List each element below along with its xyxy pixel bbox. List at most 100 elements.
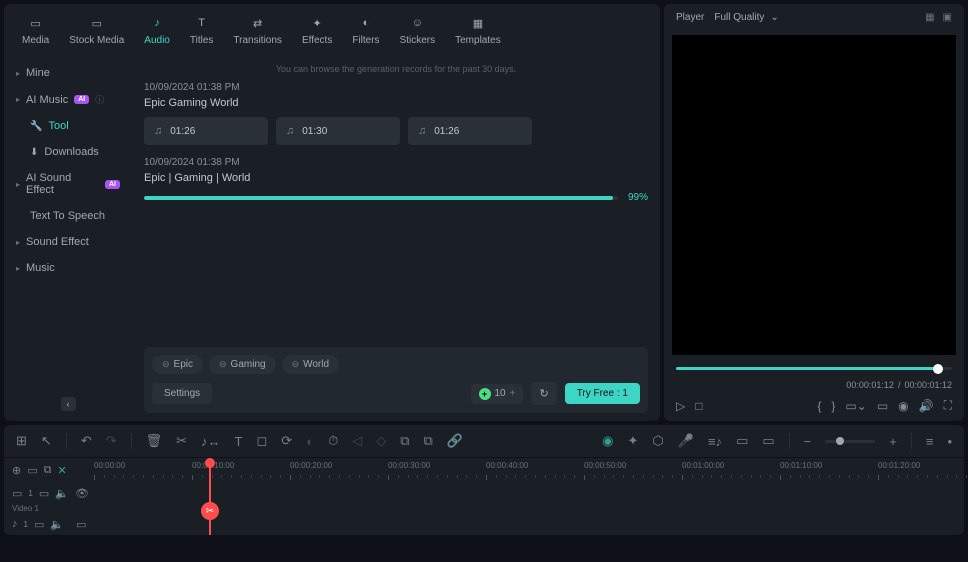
keyframe-back-icon[interactable]: ◁ (352, 433, 362, 449)
tag-remove-icon: ⊖ (292, 359, 300, 370)
hide-track-icon[interactable]: 👁 (75, 487, 89, 500)
sidebar-item-text-to-speech[interactable]: Text To Speech (4, 203, 132, 229)
cursor-tool-icon[interactable]: ↖ (41, 433, 52, 449)
sidebar-collapse-button[interactable]: ‹ (61, 397, 76, 411)
color-tool-icon[interactable]: ◐ (306, 434, 314, 449)
refresh-button[interactable]: ↻ (531, 382, 556, 405)
zoom-out-button[interactable]: − (804, 434, 812, 449)
timeline-ruler[interactable]: 00:00:0000:00:10:0000:00:20:0000:00:30:0… (94, 458, 964, 482)
mixer-tool-icon[interactable]: ≡♪ (708, 434, 722, 449)
time-total: 00:00:01:12 (904, 380, 952, 390)
filters-icon: ◐ (357, 14, 375, 32)
zoom-in-button[interactable]: + (889, 434, 897, 449)
timeline-more-icon[interactable]: • (947, 434, 952, 449)
delete-button[interactable]: 🗑 (146, 433, 163, 449)
settings-button[interactable]: Settings (152, 383, 212, 404)
ruler-tick: 00:00:30:00 (388, 461, 430, 470)
link-track-icon[interactable]: ⧉ (44, 464, 52, 477)
text-tool-icon[interactable]: T (235, 434, 243, 449)
adjustment-tool-icon[interactable]: ▭ (736, 433, 748, 449)
audio-clip[interactable]: ♫01:26 (408, 117, 532, 145)
ai-tool-icon[interactable]: ◉ (602, 433, 613, 449)
snapshot-button[interactable]: ◉ (898, 399, 908, 413)
tab-titles[interactable]: TTitles (180, 10, 224, 50)
aspect-button[interactable]: ▭ (877, 399, 888, 413)
video-track-1[interactable] (94, 482, 964, 504)
sidebar-item-ai-music[interactable]: ▸AI MusicAIⓘ (4, 86, 132, 113)
toggle-layout-icon[interactable]: ⊞ (16, 433, 27, 449)
tab-audio[interactable]: ♪Audio (134, 10, 180, 50)
duration-tool-icon[interactable]: ⏱ (328, 433, 338, 449)
play-button[interactable]: ▷ (676, 399, 685, 413)
speed-tool-icon[interactable]: ⟳ (281, 433, 292, 449)
lock-track-icon[interactable]: ▭ (39, 487, 49, 500)
audio-clip[interactable]: ♫01:30 (276, 117, 400, 145)
plus-icon: + (479, 388, 491, 400)
image-view-icon[interactable]: ▣ (943, 12, 952, 23)
playhead[interactable]: ✂ (209, 458, 211, 535)
crop-tool-icon[interactable]: ◻ (257, 433, 268, 449)
tab-transitions[interactable]: ⇄Transitions (223, 10, 292, 50)
seek-bar[interactable] (676, 367, 952, 370)
prompt-tag[interactable]: ⊖Gaming (209, 355, 276, 374)
voiceover-tool-icon[interactable]: 🎤 (678, 433, 694, 449)
audio-stretch-icon[interactable]: ♪↔ (201, 434, 221, 449)
grid-view-icon[interactable]: ▦ (925, 12, 934, 23)
tab-stock-media[interactable]: ▭Stock Media (59, 10, 134, 50)
ruler-tick: 00:01:20:00 (878, 461, 920, 470)
add-track-icon[interactable]: ⊕ (12, 464, 21, 477)
timeline-view-icon[interactable]: ≡ (926, 434, 934, 449)
group-tool-icon[interactable]: ⧉ (400, 433, 409, 449)
video-track-icon[interactable]: ▭ (12, 487, 22, 500)
stop-button[interactable]: □ (695, 399, 702, 413)
audio-track-icon[interactable]: ♪ (12, 518, 18, 530)
tab-filters[interactable]: ◐Filters (342, 10, 389, 50)
tab-templates[interactable]: ▦Templates (445, 10, 511, 50)
chevron-down-icon: ⌄ (770, 12, 778, 23)
sidebar-item-sound-effect[interactable]: ▸Sound Effect (4, 229, 132, 255)
zoom-slider[interactable] (825, 440, 875, 443)
sidebar-item-ai-sound-effect[interactable]: ▸AI Sound EffectAI (4, 165, 132, 203)
sidebar-item-tool[interactable]: 🔧Tool (4, 113, 132, 139)
fullscreen-button[interactable]: ⛶ (944, 398, 952, 413)
sidebar-item-music[interactable]: ▸Music (4, 255, 132, 281)
keyframe-icon[interactable]: ◇ (376, 433, 386, 449)
credits-pill[interactable]: + 10 + (471, 384, 524, 404)
music-note-icon: ♫ (418, 125, 426, 137)
marker-tool-icon[interactable]: ⬡ (652, 433, 663, 449)
prompt-tag[interactable]: ⊖Epic (152, 355, 203, 374)
sidebar-item-downloads[interactable]: ⬇Downloads (4, 139, 132, 165)
sidebar-item-mine[interactable]: ▸Mine (4, 60, 132, 86)
try-free-button[interactable]: Try Free : 1 (565, 383, 640, 404)
ungroup-tool-icon[interactable]: ⧉ (424, 433, 433, 449)
quality-select[interactable]: Full Quality ⌄ (714, 12, 778, 23)
mark-in-button[interactable]: { (817, 399, 821, 413)
prompt-tag[interactable]: ⊖World (282, 355, 339, 374)
audio-clip[interactable]: ♫01:26 (144, 117, 268, 145)
markers-button[interactable]: ▭⌄ (845, 399, 866, 413)
redo-button[interactable]: ↷ (106, 433, 117, 449)
tab-stickers[interactable]: ☺Stickers (390, 10, 446, 50)
undo-button[interactable]: ↶ (81, 433, 92, 449)
render-tool-icon[interactable]: ▭ (762, 433, 774, 449)
volume-button[interactable]: 🔊 (919, 399, 934, 413)
expand-track-icon[interactable]: ▭ (76, 518, 86, 531)
snap-track-icon[interactable]: ✕ (57, 464, 66, 477)
split-button[interactable]: ✂ (176, 433, 187, 449)
enhance-tool-icon[interactable]: ✦ (628, 433, 639, 449)
link-tool-icon[interactable]: 🔗 (447, 433, 463, 449)
tab-media[interactable]: ▭Media (12, 10, 59, 50)
audio-icon: ♪ (148, 14, 166, 32)
tag-remove-icon: ⊖ (162, 359, 170, 370)
scissors-icon[interactable]: ✂ (201, 502, 219, 520)
preview-video[interactable] (672, 35, 956, 355)
mute-track-icon[interactable]: 🔈 (50, 518, 64, 531)
stock-media-icon: ▭ (88, 14, 106, 32)
lock-track-icon[interactable]: ▭ (34, 518, 44, 531)
mark-out-button[interactable]: } (831, 399, 835, 413)
audio-track-1[interactable] (94, 513, 964, 535)
mute-track-icon[interactable]: 🔈 (55, 487, 69, 500)
folder-track-icon[interactable]: ▭ (27, 464, 37, 477)
download-icon: ⬇ (30, 147, 38, 158)
tab-effects[interactable]: ✦Effects (292, 10, 342, 50)
